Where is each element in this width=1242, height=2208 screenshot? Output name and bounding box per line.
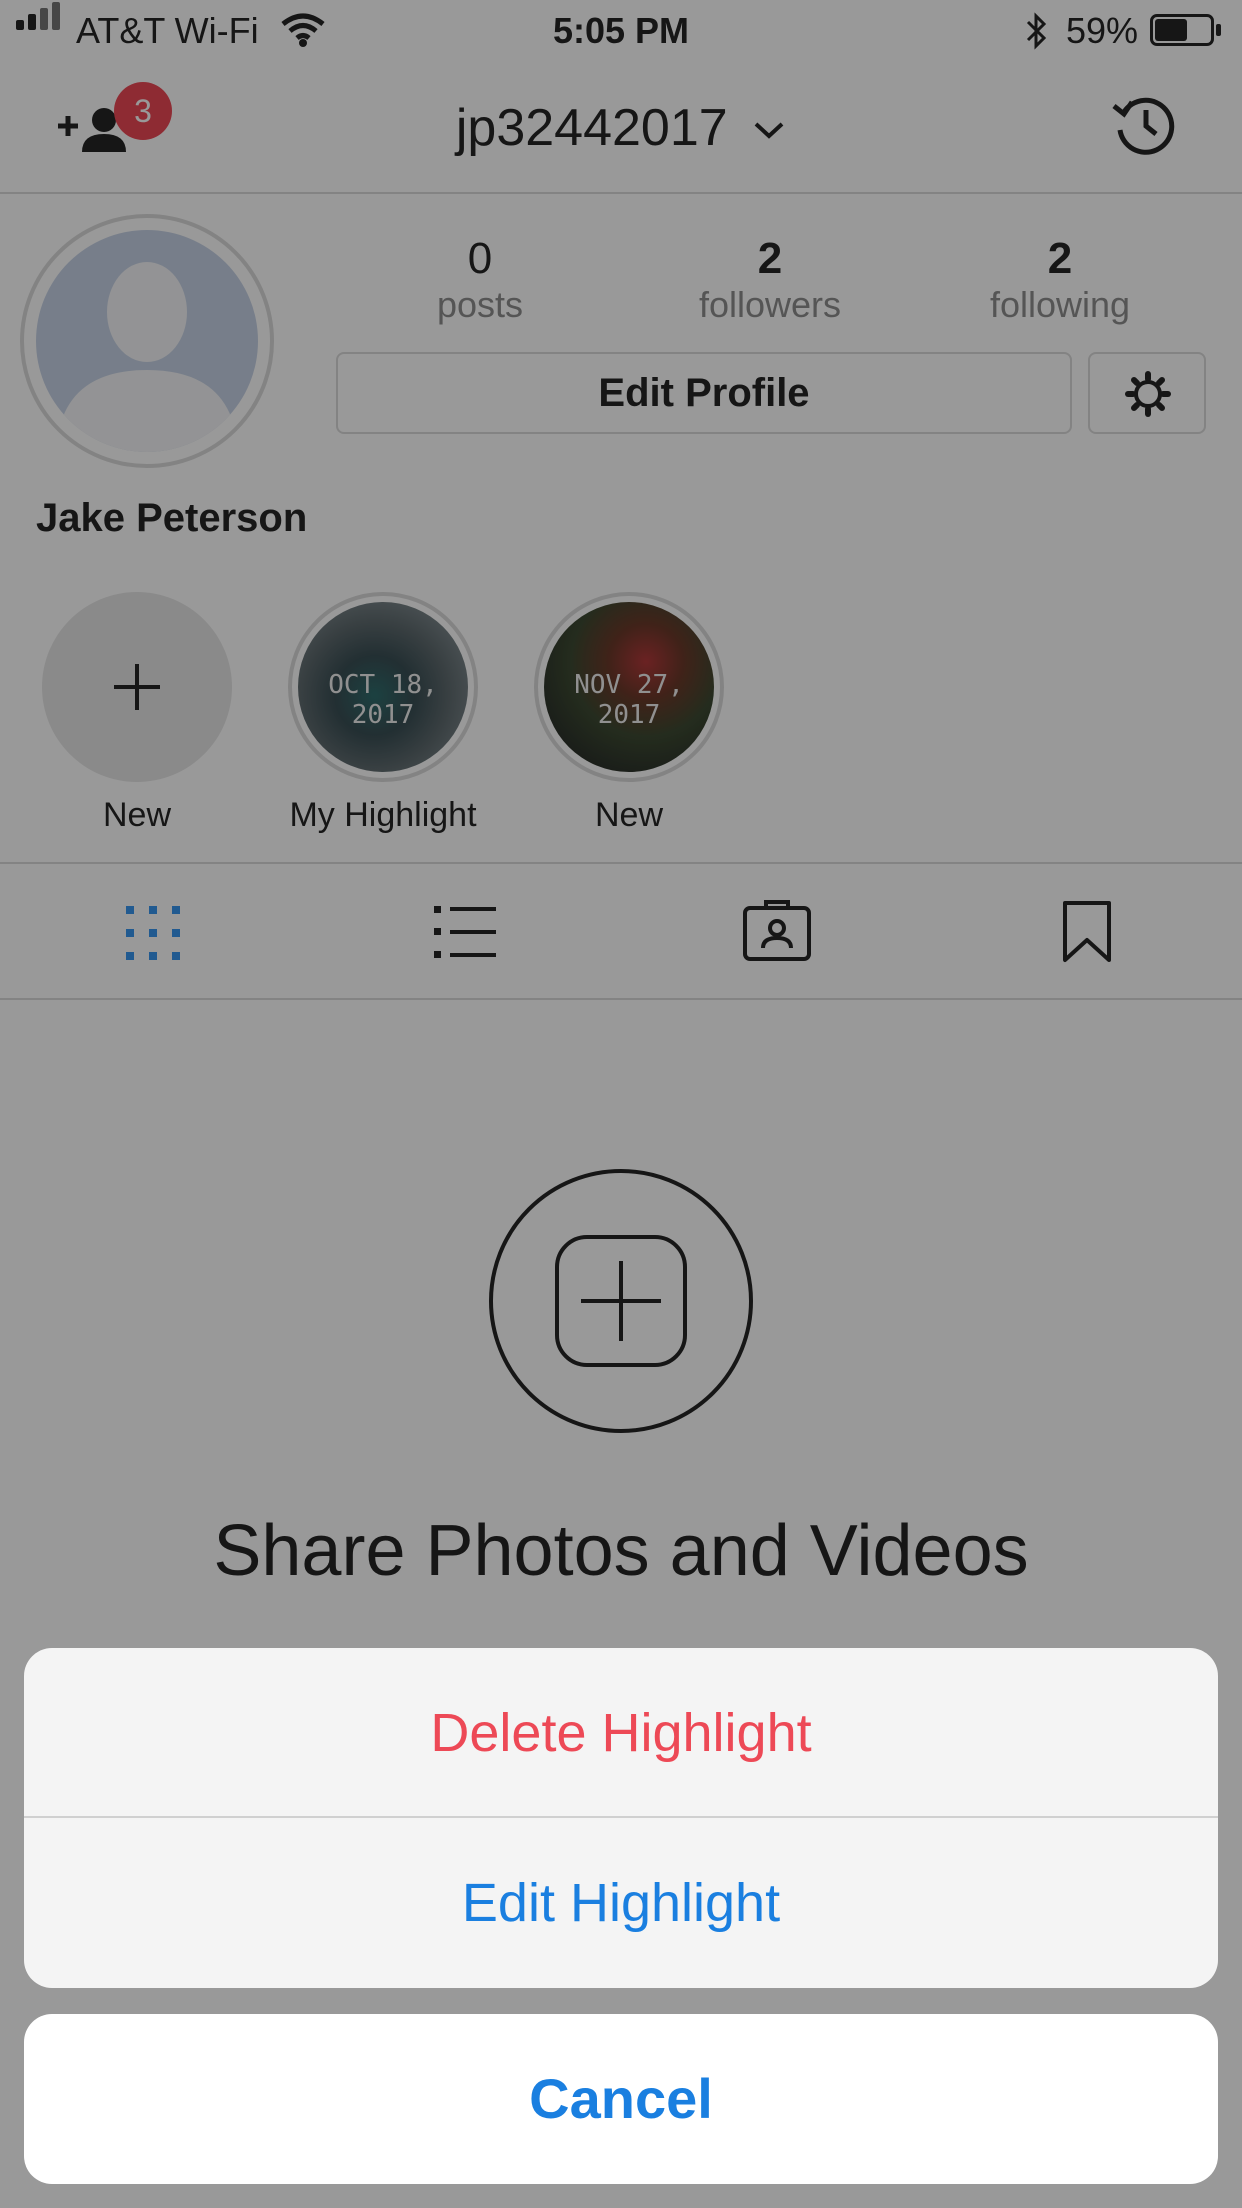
- cancel-button[interactable]: Cancel: [24, 2014, 1218, 2184]
- delete-highlight-button[interactable]: Delete Highlight: [24, 1648, 1218, 1818]
- edit-highlight-button[interactable]: Edit Highlight: [24, 1818, 1218, 1988]
- highlight-action-sheet: Delete Highlight Edit Highlight: [24, 1648, 1218, 1988]
